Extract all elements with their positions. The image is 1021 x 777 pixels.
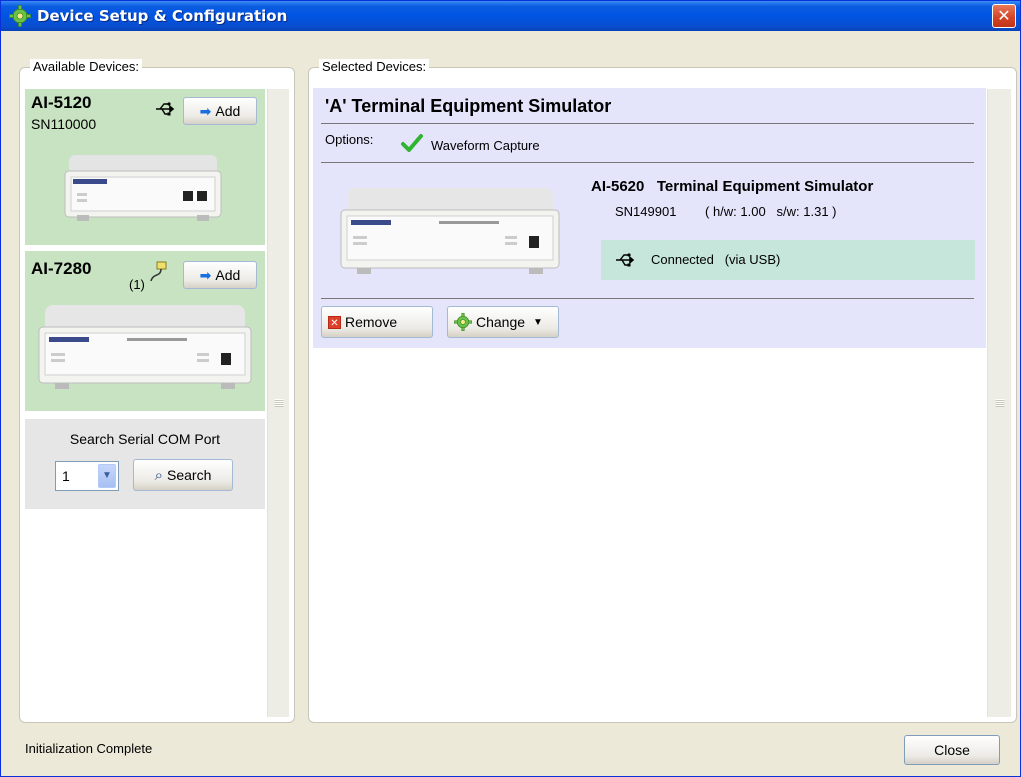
available-device-ai-7280: AI-7280 (1) ➡ Add — [25, 251, 265, 411]
device-image — [38, 305, 252, 389]
window-title: Device Setup & Configuration — [37, 7, 288, 25]
connection-text: Connected (via USB) — [651, 252, 781, 267]
usb-icon — [156, 102, 175, 116]
binoculars-icon: ⌕ — [154, 466, 164, 484]
close-button[interactable]: Close — [904, 735, 1000, 765]
serial-port-search: Search Serial COM Port 1 ▼ ⌕ Search — [25, 419, 265, 509]
title-bar[interactable]: Device Setup & Configuration ✕ — [1, 1, 1020, 31]
close-button-label: Close — [934, 742, 970, 758]
selected-device-title: 'A' Terminal Equipment Simulator — [325, 96, 612, 116]
usb-icon — [616, 253, 635, 267]
selected-scrollbar[interactable] — [987, 89, 1011, 717]
arrow-right-icon: ➡ — [199, 266, 212, 283]
device-image — [340, 188, 560, 274]
device-version: ( h/w: 1.00 s/w: 1.31 ) — [705, 204, 837, 219]
divider — [321, 162, 974, 163]
com-port-value: 1 — [62, 468, 70, 484]
remove-button-label: Remove — [345, 314, 398, 330]
add-button-label: Add — [215, 267, 241, 283]
device-setup-window: Device Setup & Configuration ✕ Available… — [0, 0, 1021, 777]
device-model: AI-5620 Terminal Equipment Simulator — [591, 178, 874, 195]
add-button-label: Add — [215, 103, 241, 119]
selected-devices-legend: Selected Devices: — [319, 59, 430, 74]
divider — [321, 123, 974, 124]
change-button-label: Change — [476, 314, 526, 330]
device-name: AI-7280 — [31, 259, 92, 278]
scrollbar-grip[interactable] — [995, 399, 1004, 407]
device-serial: SN110000 — [31, 116, 97, 132]
connection-status: Connected (via USB) — [601, 240, 975, 280]
available-device-ai-5120: AI-5120 SN110000 ➡ Add — [25, 89, 265, 245]
status-text: Initialization Complete — [25, 741, 153, 756]
selected-device-card: 'A' Terminal Equipment Simulator Options… — [313, 88, 986, 348]
scrollbar-grip[interactable] — [274, 399, 283, 407]
com-port-select[interactable]: 1 ▼ — [55, 461, 119, 491]
available-devices-legend: Available Devices: — [30, 59, 142, 74]
checkmark-icon — [401, 134, 423, 152]
add-button[interactable]: ➡ Add — [183, 261, 257, 289]
remove-icon: ✕ — [328, 315, 341, 329]
chevron-down-icon[interactable]: ▼ — [98, 464, 116, 488]
window-close-button[interactable]: ✕ — [992, 4, 1016, 28]
search-button[interactable]: ⌕ Search — [133, 459, 233, 491]
gear-icon — [9, 5, 31, 27]
arrow-right-icon: ➡ — [199, 102, 212, 119]
dropdown-caret-icon: ▼ — [533, 316, 543, 328]
device-name: AI-5120 — [31, 93, 92, 112]
change-button[interactable]: Change ▼ — [447, 306, 559, 338]
gear-icon — [454, 313, 472, 331]
search-title: Search Serial COM Port — [69, 431, 221, 447]
device-serial: SN149901 — [615, 204, 677, 219]
search-button-label: Search — [167, 467, 212, 483]
available-scrollbar[interactable] — [267, 89, 289, 717]
options-label: Options: — [325, 132, 374, 147]
device-image — [64, 155, 222, 221]
serial-cable-icon — [150, 261, 167, 282]
remove-button[interactable]: ✕ Remove — [321, 306, 433, 338]
option-value: Waveform Capture — [431, 138, 540, 153]
divider — [321, 298, 974, 299]
device-count: (1) — [129, 277, 145, 292]
add-button[interactable]: ➡ Add — [183, 97, 257, 125]
